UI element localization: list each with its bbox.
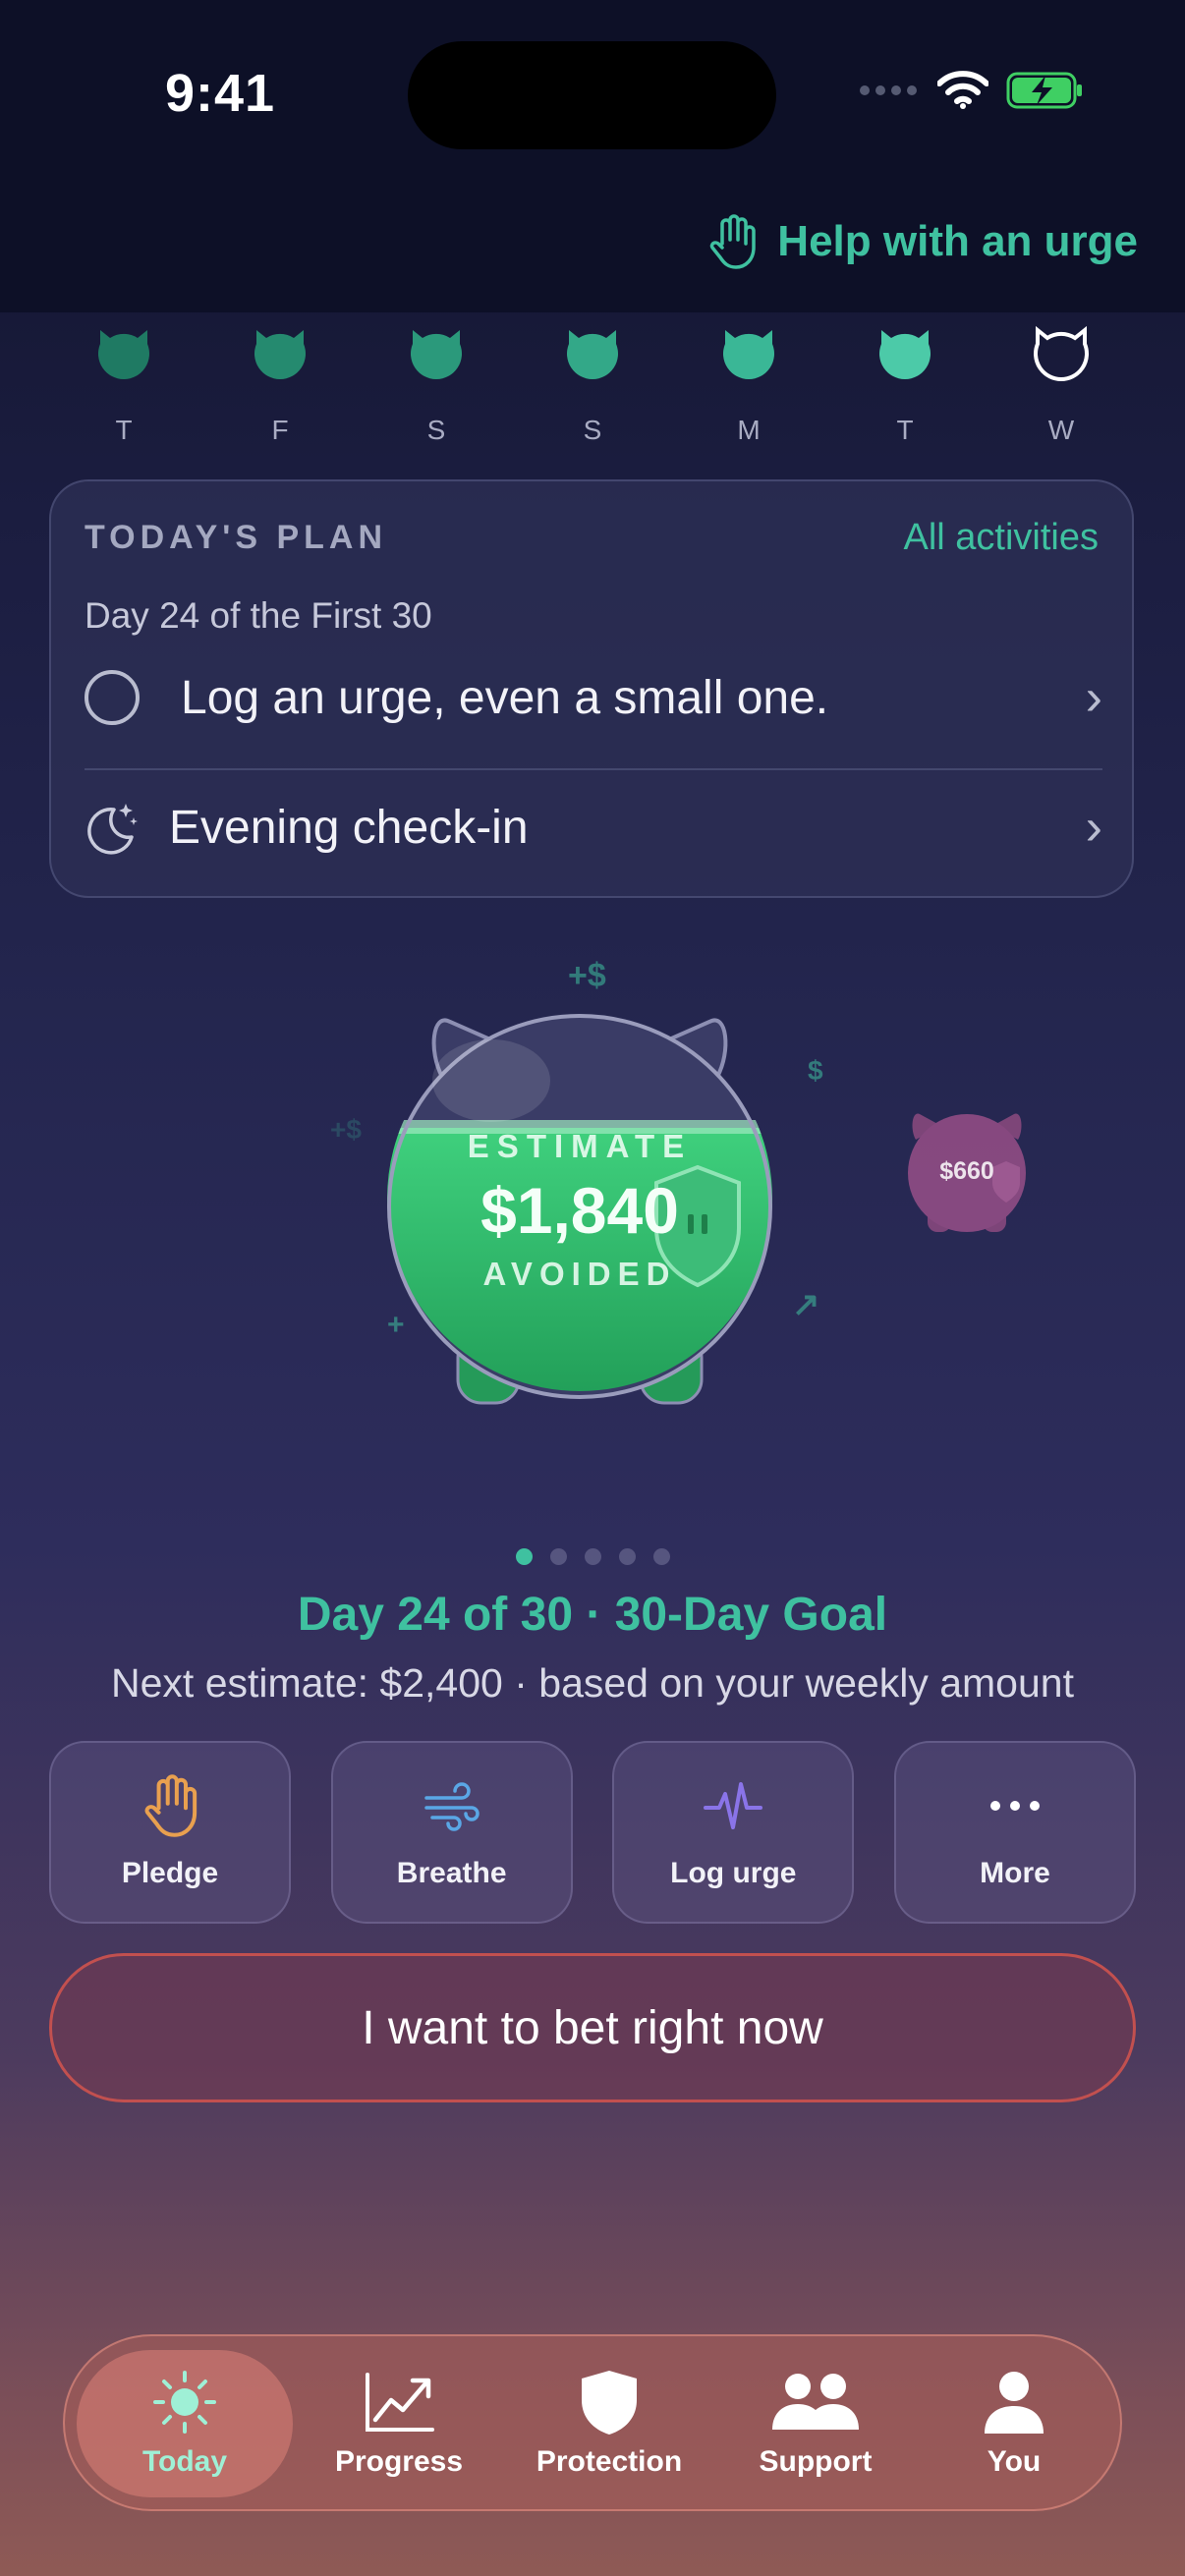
tab-label: Protection: [536, 2445, 683, 2478]
piggy-icon: [567, 330, 618, 379]
sparkle-arrow: ↗: [792, 1286, 820, 1323]
day-6[interactable]: W: [985, 316, 1138, 446]
carousel-page-indicator[interactable]: [0, 1548, 1185, 1565]
page-dot[interactable]: [652, 1548, 670, 1565]
plan-title: TODAY'S PLAN: [85, 519, 388, 556]
day-label: T: [115, 415, 133, 445]
people-icon: [772, 2374, 859, 2430]
estimate-label: ESTIMATE: [467, 1128, 693, 1164]
page-dot[interactable]: [549, 1548, 567, 1565]
plan-item-log-urge[interactable]: Log an urge, even a small one. ›: [85, 648, 1102, 747]
tab-bar: Today Progress Protection Support You: [63, 2334, 1122, 2511]
tab-label: Today: [141, 2445, 228, 2478]
hand-icon: [710, 214, 757, 269]
more-icon: [989, 1801, 1040, 1811]
day-3[interactable]: S: [516, 316, 669, 446]
tab-you[interactable]: You: [918, 2350, 1110, 2497]
wifi-icon: [937, 71, 988, 109]
log-urge-label: Log urge: [670, 1857, 797, 1889]
pulse-icon: [704, 1782, 763, 1829]
more-button[interactable]: More: [893, 1741, 1136, 1924]
sparkle-dollar: $: [808, 1055, 823, 1086]
shield-icon: [582, 2371, 637, 2435]
pledge-button[interactable]: Pledge: [49, 1741, 291, 1924]
plan-item-evening-checkin[interactable]: Evening check-in ›: [85, 776, 1102, 878]
hand-icon: [144, 1774, 198, 1837]
plan-item-label: Log an urge, even a small one.: [181, 671, 829, 724]
tab-support[interactable]: Support: [719, 2350, 912, 2497]
page-dot[interactable]: [515, 1548, 533, 1565]
day-1[interactable]: F: [203, 316, 357, 446]
day-4[interactable]: M: [672, 316, 825, 446]
tab-progress[interactable]: Progress: [299, 2350, 499, 2497]
quick-actions: Pledge Breathe Log urge More: [49, 1741, 1136, 1924]
dynamic-island: [408, 41, 776, 149]
breathe-button[interactable]: Breathe: [330, 1741, 573, 1924]
sparkle-plus-dollar: +$: [330, 1114, 362, 1145]
day-label: S: [583, 415, 602, 445]
secondary-goal-amount: $660: [939, 1157, 994, 1185]
log-urge-button[interactable]: Log urge: [612, 1741, 855, 1924]
tab-label: Progress: [334, 2445, 464, 2478]
day-label: W: [1047, 415, 1075, 445]
piggy-icon: [1034, 325, 1089, 381]
week-streak: T F S S M T W: [47, 316, 1138, 446]
day-label: M: [737, 415, 761, 445]
chevron-right-icon: ›: [1085, 669, 1102, 726]
status-icons: [859, 71, 1083, 110]
chart-icon: [366, 2373, 434, 2432]
day-label: F: [271, 415, 289, 445]
pledge-label: Pledge: [121, 1857, 219, 1889]
plan-subtitle: Day 24 of the First 30: [85, 595, 432, 636]
todays-plan-card: TODAY'S PLAN All activities Day 24 of th…: [49, 479, 1134, 898]
battery-charging-icon: [1006, 72, 1082, 109]
more-label: More: [980, 1857, 1050, 1889]
bet-urge-button[interactable]: I want to bet right now: [49, 1953, 1136, 2102]
page-dot[interactable]: [618, 1548, 636, 1565]
piggy-icon: [411, 330, 462, 379]
moon-stars-icon: [87, 804, 138, 855]
status-time: 9:41: [165, 64, 276, 123]
savings-amount: $1,840: [480, 1174, 679, 1247]
day-5[interactable]: T: [828, 316, 982, 446]
cellular-icon: [860, 85, 917, 95]
plan-item-label: Evening check-in: [169, 801, 529, 854]
piggy-icon: [98, 330, 149, 379]
tab-protection[interactable]: Protection: [505, 2350, 713, 2497]
breathe-label: Breathe: [396, 1857, 507, 1889]
tab-label: You: [987, 2445, 1042, 2478]
help-with-urge-button[interactable]: Help with an urge: [708, 214, 1138, 269]
all-activities-link[interactable]: All activities: [904, 517, 1100, 559]
day-0[interactable]: T: [47, 316, 200, 446]
tab-label: Support: [759, 2445, 873, 2478]
piggy-icon: [879, 330, 931, 379]
sun-icon: [153, 2371, 216, 2434]
wind-icon: [423, 1782, 480, 1831]
empty-circle-icon[interactable]: [85, 670, 140, 725]
day-label: S: [426, 415, 446, 445]
piggy-icon: [723, 330, 774, 379]
divider: [85, 768, 1102, 770]
day-label: T: [896, 415, 914, 445]
page-dot[interactable]: [584, 1548, 601, 1565]
next-estimate-text: Next estimate: $2,400 · based on your we…: [111, 1660, 1074, 1706]
day-2[interactable]: S: [360, 316, 513, 446]
tab-today[interactable]: Today: [77, 2350, 293, 2497]
person-icon: [985, 2372, 1044, 2434]
chevron-right-icon: ›: [1085, 799, 1102, 856]
help-label: Help with an urge: [777, 217, 1138, 265]
goal-progress-text: Day 24 of 30 · 30-Day Goal: [297, 1589, 888, 1641]
piggy-icon: [254, 330, 306, 379]
avoided-label: AVOIDED: [482, 1256, 677, 1292]
